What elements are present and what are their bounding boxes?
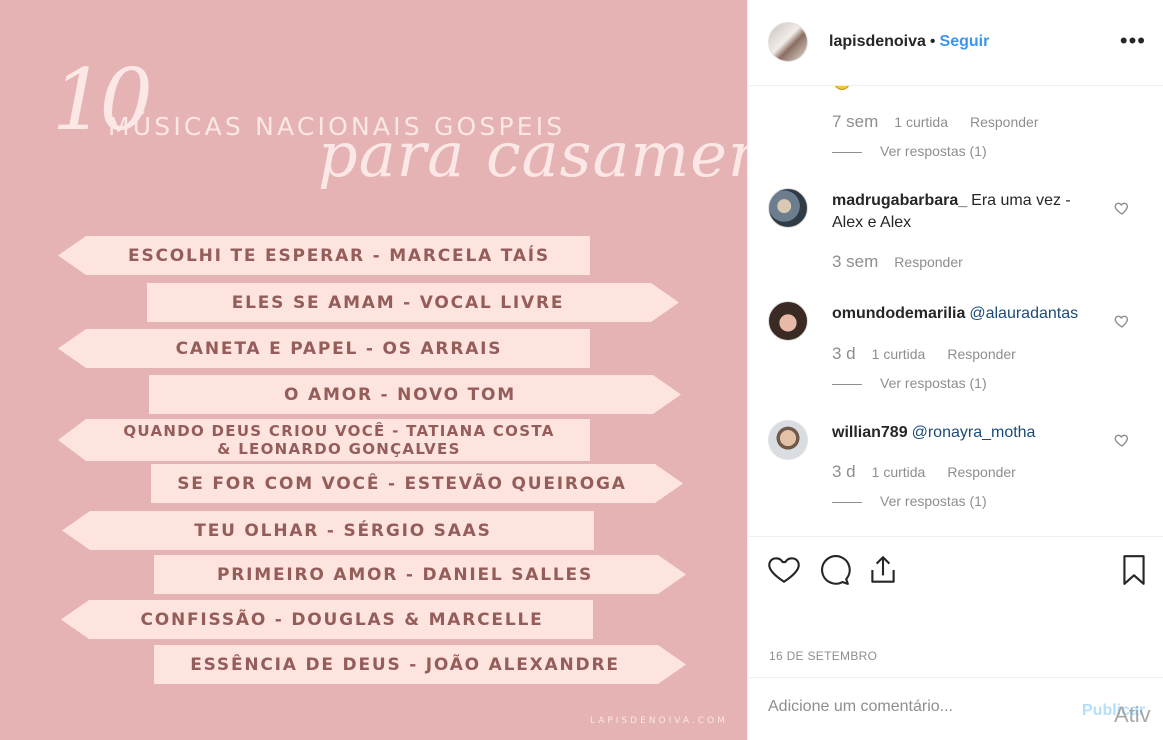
view-replies-label: Ver respostas (1) [880,143,987,159]
comment-body: willian789 @ronayra_motha [832,422,1102,444]
view-replies-button[interactable]: Ver respostas (1) [832,375,987,391]
comment-username[interactable]: madrugabarbara_ [832,192,967,209]
song-sign-6: SE FOR COM VOCÊ - ESTEVÃO QUEIROGA [151,464,683,503]
song-sign-7: TEU OLHAR - SÉRGIO SAAS [62,511,594,550]
add-comment-bar: Publicar Ativ [748,677,1163,740]
header-username[interactable]: lapisdenoiva [829,33,926,50]
comment-username[interactable]: willian789 [832,424,908,441]
song-sign-5-line1: QUANDO DEUS CRIOU VOCÊ - TATIANA COSTA [123,422,555,440]
like-comment-heart-icon[interactable] [1114,313,1130,329]
more-options-icon[interactable]: ••• [1120,28,1146,54]
reply-button[interactable]: Responder [947,346,1016,362]
comment-likes[interactable]: 1 curtida [872,464,926,480]
comment-meta: 7 sem 1 curtida Responder [832,112,1039,132]
comment-time[interactable]: 3 sem [832,252,878,271]
comment-body: omundodemarilia @alauradantas [832,303,1102,325]
reply-button[interactable]: Responder [894,254,963,270]
post-header: lapisdenoiva • Seguir ••• [748,0,1163,86]
avatar[interactable] [768,188,808,228]
comment-time[interactable]: 3 d [832,344,856,363]
post-date[interactable]: 16 DE SETEMBRO [769,649,877,663]
comment-icon[interactable] [817,553,851,587]
comment-time[interactable]: 7 sem [832,112,878,131]
comments-list[interactable]: 7 sem 1 curtida Responder Ver respostas (1… [748,86,1163,536]
song-sign-10: ESSÊNCIA DE DEUS - JOÃO ALEXANDRE [154,645,686,684]
comment-body: madrugabarbara_ Era uma vez - Alex e Alex [832,190,1102,234]
bookmark-icon[interactable] [1117,553,1151,587]
view-replies-label: Ver respostas (1) [880,493,987,509]
song-sign-3: CANETA E PAPEL - OS ARRAIS [58,329,590,368]
comment-likes[interactable]: 1 curtida [894,114,948,130]
comment-meta: 3 d 1 curtida Responder [832,462,1016,482]
comment-meta: 3 d 1 curtida Responder [832,344,1016,364]
follow-button[interactable]: Seguir [940,33,990,50]
watermark: LAPISDENOIVA.COM [590,716,728,726]
comment-meta: 3 sem Responder [832,252,963,272]
divider [832,501,862,503]
song-sign-5-line2: & LEONARDO GONÇALVES [217,440,461,458]
like-comment-heart-icon[interactable] [1114,200,1130,216]
comment-mention[interactable]: @alauradantas [969,305,1078,322]
post-actions: 16 DE SETEMBRO [748,536,1163,686]
avatar[interactable] [768,420,808,460]
comment-username[interactable]: omundodemarilia [832,305,965,322]
view-replies-button[interactable]: Ver respostas (1) [832,493,987,509]
share-icon[interactable] [866,553,900,587]
post-image: 10 MÚSICAS NACIONAIS GOSPEIS para casame… [0,0,747,740]
song-sign-8: PRIMEIRO AMOR - DANIEL SALLES [154,555,686,594]
reply-button[interactable]: Responder [970,114,1039,130]
song-sign-9: CONFISSÃO - DOUGLAS & MARCELLE [61,600,593,639]
heart-icon[interactable] [767,553,801,587]
avatar[interactable] [768,22,808,62]
view-replies-label: Ver respostas (1) [880,375,987,391]
divider [832,383,862,385]
song-sign-4: O AMOR - NOVO TOM [149,375,681,414]
song-sign-1: ESCOLHI TE ESPERAR - MARCELA TAÍS [58,236,590,275]
divider [832,151,862,153]
emoji-icon [834,86,850,90]
song-sign-5: QUANDO DEUS CRIOU VOCÊ - TATIANA COSTA &… [58,419,590,461]
post-side-panel: lapisdenoiva • Seguir ••• 7 sem 1 curtida Re… [747,0,1163,740]
view-replies-button[interactable]: Ver respostas (1) [832,143,987,159]
comment-mention[interactable]: @ronayra_motha [912,424,1036,441]
avatar[interactable] [768,301,808,341]
header-separator: • [929,33,936,50]
reply-button[interactable]: Responder [947,464,1016,480]
comment-time[interactable]: 3 d [832,462,856,481]
comment-likes[interactable]: 1 curtida [872,346,926,362]
song-sign-2: ELES SE AMAM - VOCAL LIVRE [147,283,679,322]
activation-watermark: Ativ [1114,702,1151,727]
comment-input[interactable] [768,698,1068,716]
like-comment-heart-icon[interactable] [1114,432,1130,448]
title-script: para casamento [318,118,747,191]
